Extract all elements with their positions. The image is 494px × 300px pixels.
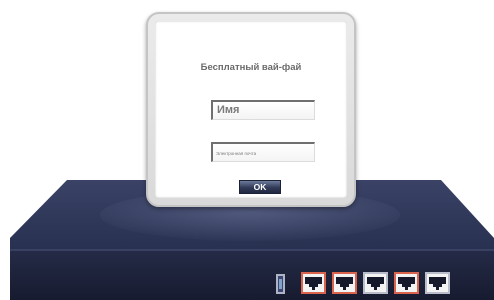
ethernet-port-icon: [363, 272, 388, 294]
ethernet-port-icon: [425, 272, 450, 294]
ok-button[interactable]: OK: [239, 180, 281, 194]
ethernet-port-icon: [301, 272, 326, 294]
popup-panel: Бесплатный вай-фай Имя Электронная почта…: [155, 21, 347, 198]
ethernet-port-icon: [394, 272, 419, 294]
ethernet-ports: [301, 272, 450, 294]
popup-title: Бесплатный вай-фай: [200, 62, 302, 73]
usb-port: [276, 274, 285, 294]
ethernet-port-icon: [332, 272, 357, 294]
hotspot-illustration: Бесплатный вай-фай Имя Электронная почта…: [0, 0, 494, 300]
name-input[interactable]: Имя: [211, 100, 315, 120]
wifi-login-popup: Бесплатный вай-фай Имя Электронная почта…: [146, 12, 356, 207]
email-input[interactable]: Электронная почта: [211, 142, 315, 162]
router-front-panel: [10, 250, 494, 300]
